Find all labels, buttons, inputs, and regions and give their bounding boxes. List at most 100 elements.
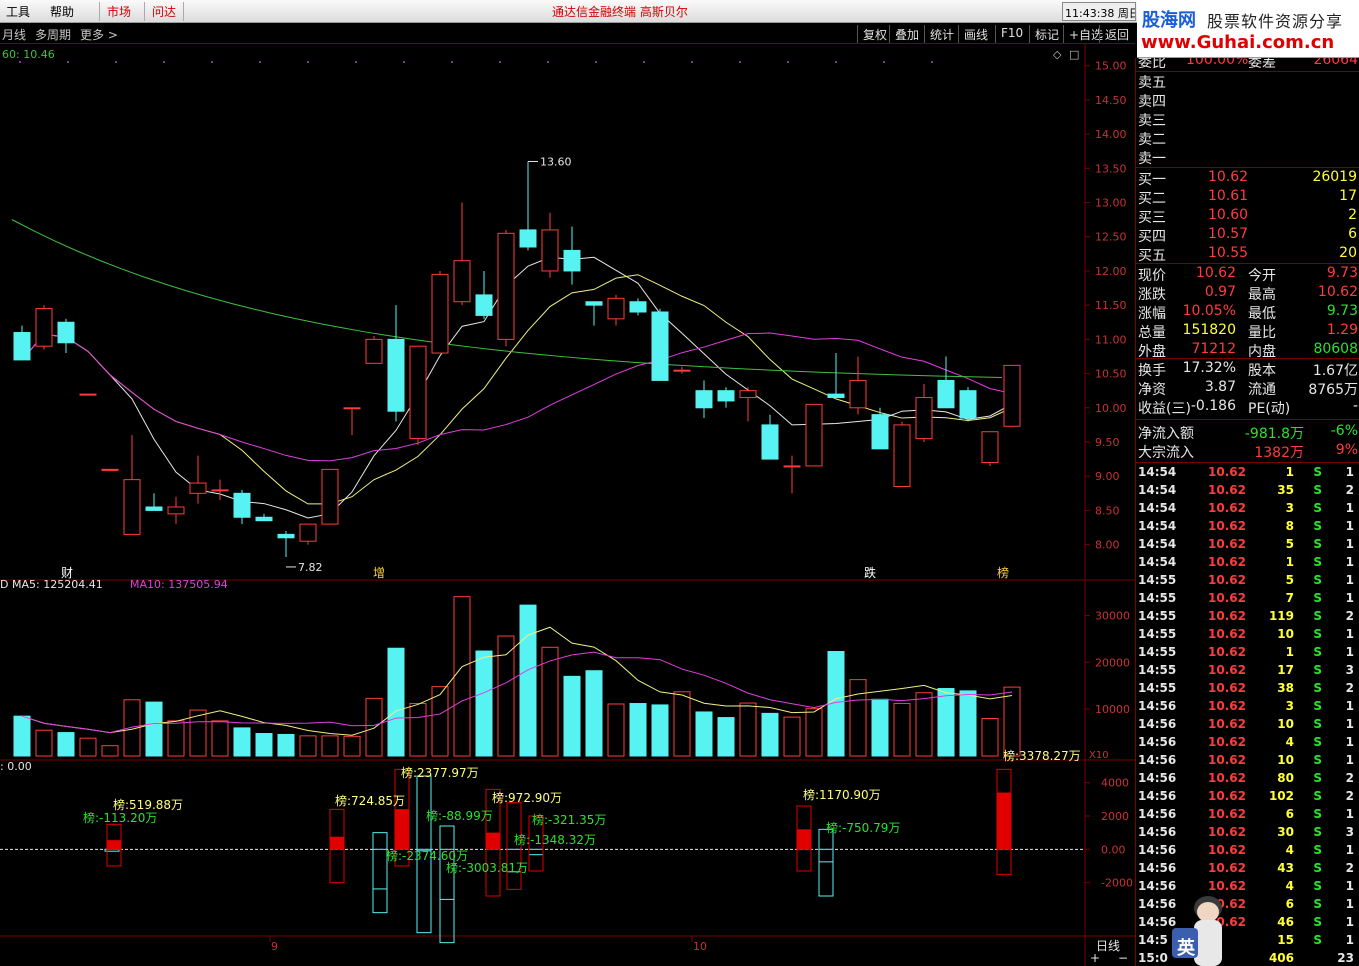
tick-time: 14:55	[1138, 627, 1177, 641]
menu-help[interactable]: 帮助	[50, 3, 74, 20]
kline-chart[interactable]: 60: 10.4613.607.82财增跌榜 D MA5: 125204.41 MA…	[0, 44, 1135, 966]
menu-market[interactable]: 市场	[107, 3, 131, 20]
tick-volume: 5	[1285, 537, 1294, 551]
candle-body	[321, 468, 339, 525]
tick-count: 1	[1345, 897, 1354, 911]
more-tab[interactable]: 更多 >	[80, 26, 118, 43]
weibi-label: 委比	[1138, 58, 1166, 71]
price-panel: 60: 10.4613.607.82财增跌榜	[2, 48, 1021, 580]
volume-bar	[497, 635, 515, 757]
ask-level-row: 卖一	[1136, 148, 1359, 167]
tick-volume: 7	[1285, 591, 1294, 605]
price-tick-label: 9.00	[1095, 470, 1120, 483]
weicha-label: 委差	[1248, 58, 1276, 71]
period-month-tab[interactable]: 月线	[2, 26, 26, 43]
candle-body	[409, 345, 427, 440]
tick-volume: 38	[1277, 681, 1294, 695]
tick-side: S	[1313, 483, 1322, 497]
zoom-out-button: −	[1118, 951, 1128, 965]
stat-value: -0.186	[1190, 398, 1236, 414]
volume-bar	[673, 691, 691, 757]
event-marker: 榜	[997, 565, 1009, 580]
assistant-avatar[interactable]: 英	[1164, 888, 1236, 966]
candle-body	[79, 393, 97, 396]
tick-time: 14:55	[1138, 591, 1177, 605]
tick-count: 1	[1345, 735, 1354, 749]
stat-value: 1.67亿	[1312, 363, 1358, 379]
volume-ma5-label: MA5: 125204.41	[12, 578, 103, 591]
tick-side: S	[1313, 771, 1322, 785]
chart-toolbar: 月线 多周期 更多 > 复权 叠加 统计 画线 F10 标记 +自选 返回	[0, 24, 1135, 44]
overlay-button[interactable]: 叠加	[889, 25, 924, 43]
flow-value: 1382万	[1254, 445, 1304, 461]
tick-count: 1	[1345, 915, 1354, 929]
candle-body	[673, 369, 691, 372]
volume-bar	[1003, 686, 1021, 757]
volume-bar	[233, 727, 251, 757]
signal-dot	[403, 61, 405, 63]
tick-side: S	[1313, 825, 1322, 839]
high-price-label: 13.60	[540, 155, 572, 168]
stat-label: 总量	[1138, 325, 1166, 341]
flow-annotation: 榜:-113.20万	[83, 810, 157, 825]
event-marker: 跌	[864, 565, 876, 580]
signal-dot	[115, 61, 117, 63]
volume-bar	[849, 679, 867, 757]
price-tick-label: 8.00	[1095, 539, 1120, 552]
price-tick-label: 14.50	[1095, 94, 1127, 107]
stat-row: 换手 17.32% 股本 1.67亿	[1136, 360, 1359, 379]
flow-value: -981.8万	[1244, 426, 1304, 442]
capital-flow-row: 净流入额 -981.8万 -6%	[1136, 423, 1359, 442]
tick-price: 10.62	[1208, 825, 1246, 839]
mark-button[interactable]: 标记	[1029, 25, 1064, 43]
signal-dot	[787, 61, 789, 63]
tick-side: S	[1313, 789, 1322, 803]
volume-bar	[893, 703, 911, 757]
tick-side: S	[1313, 699, 1322, 713]
stat-value: 8765万	[1308, 382, 1358, 398]
draw-line-button[interactable]: 画线	[958, 25, 993, 43]
flow-bar	[106, 840, 122, 850]
fuquan-button[interactable]: 复权	[857, 25, 892, 43]
candle-body	[233, 492, 251, 518]
bid-volume: 26019	[1312, 169, 1357, 185]
tick-side: S	[1313, 753, 1322, 767]
bid-label: 买二	[1138, 191, 1166, 207]
tick-side: S	[1313, 735, 1322, 749]
signal-dot	[19, 61, 21, 63]
candle-body	[343, 407, 361, 410]
candle-body	[387, 338, 405, 412]
statistics-button[interactable]: 统计	[924, 25, 959, 43]
tick-row: 14:55 10.62 119 S 2	[1136, 608, 1359, 626]
weibi-value: 100.00%	[1186, 58, 1249, 68]
stat-row: 收益(三) -0.186 PE(动) -	[1136, 398, 1359, 417]
menu-tools[interactable]: 工具	[6, 3, 30, 20]
candle-body	[497, 232, 515, 340]
flow-label: 净流入额	[1138, 426, 1194, 442]
signal-dot	[739, 61, 741, 63]
candle-body	[761, 424, 779, 460]
tick-row: 14:55 10.62 17 S 3	[1136, 662, 1359, 680]
tick-price: 10.62	[1208, 645, 1246, 659]
volume-bar	[79, 737, 97, 757]
tick-count: 2	[1345, 609, 1354, 623]
bid-volume: 20	[1339, 245, 1357, 261]
candle-body	[783, 465, 801, 468]
back-button[interactable]: 返回	[1099, 25, 1134, 43]
capital-flow-row: 大宗流入 1382万 9%	[1136, 442, 1359, 461]
kline-chart-area[interactable]: 60: 10.46 13.60 7.82 财增跌榜 D MA5: 125204.41 MA…	[0, 44, 1135, 966]
f10-button[interactable]: F10	[995, 25, 1028, 43]
tick-price: 10.62	[1208, 681, 1246, 695]
stat-label: 股本	[1248, 363, 1276, 379]
tick-time: 14:55	[1138, 645, 1177, 659]
signal-dot	[643, 61, 645, 63]
tick-volume: 1	[1285, 465, 1294, 479]
multi-period-tab[interactable]: 多周期	[35, 26, 71, 43]
candle-body	[365, 338, 383, 364]
bid-level-row: 买四 10.57 6	[1136, 226, 1359, 245]
flow-bar	[996, 792, 1012, 850]
volume-ma10-label: MA10: 137505.94	[130, 578, 228, 591]
tick-side: S	[1313, 861, 1322, 875]
tick-price: 10.62	[1208, 807, 1246, 821]
menu-wenda[interactable]: 问达	[152, 3, 176, 20]
